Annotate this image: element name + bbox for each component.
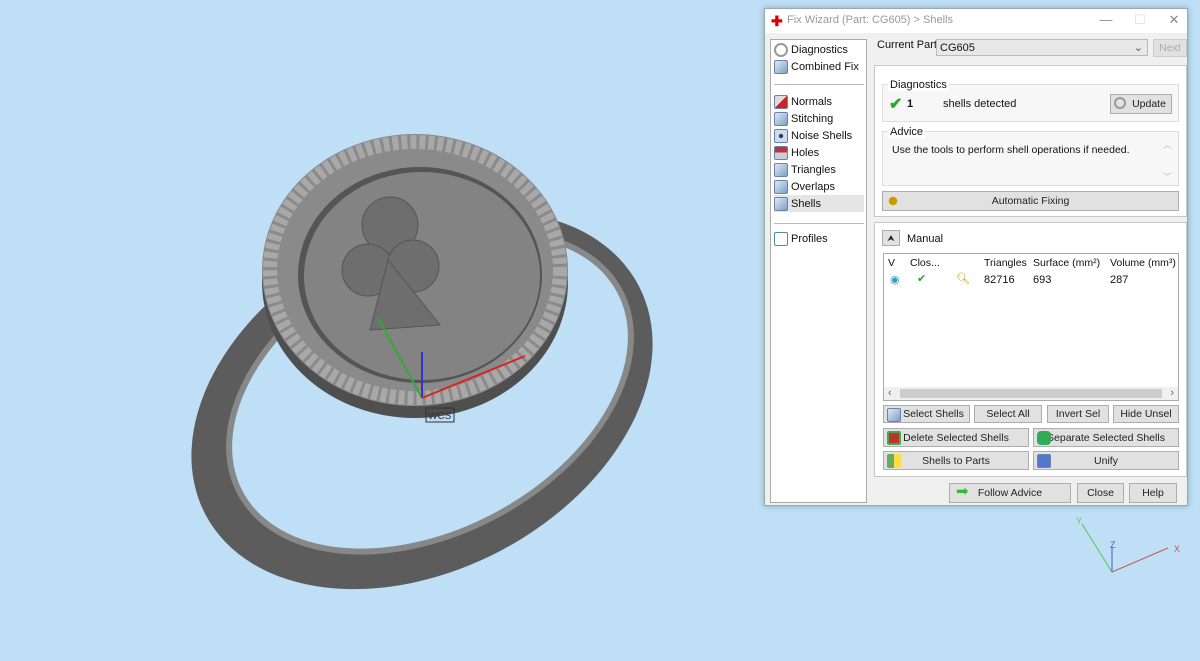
help-button[interactable]: Help	[1129, 483, 1177, 503]
magnifier-icon[interactable]: 🔍︎	[956, 272, 970, 285]
diagnostics-text: shells detected	[943, 98, 1017, 110]
horizontal-scrollbar[interactable]: ‹ ›	[884, 387, 1178, 400]
delete-shell-icon	[887, 431, 901, 445]
column-header-volume[interactable]: Volume (mm³)	[1110, 257, 1176, 269]
document-icon	[774, 231, 788, 246]
nav-item-profiles[interactable]: Profiles	[774, 230, 864, 247]
check-icon: ✔	[917, 273, 927, 285]
diagnostics-title: Diagnostics	[888, 79, 949, 91]
nav-item-stitching[interactable]: Stitching	[774, 110, 864, 127]
wcs-label: WCS	[428, 411, 452, 422]
minimize-button[interactable]: —	[1095, 12, 1117, 30]
nav-item-overlaps[interactable]: Overlaps	[774, 178, 864, 195]
dialog-title: Fix Wizard (Part: CG605) > Shells	[787, 14, 953, 26]
gears-icon	[886, 194, 900, 208]
cube-red-icon	[774, 94, 788, 109]
eye-icon[interactable]: ◉	[890, 273, 900, 286]
divider	[774, 84, 864, 85]
scrollbar-thumb[interactable]	[900, 389, 1162, 398]
collapse-manual-button[interactable]: ⮝	[882, 230, 900, 246]
divider	[774, 223, 864, 224]
shell-count: 1	[907, 98, 914, 110]
nav-item-triangles[interactable]: Triangles	[774, 161, 864, 178]
advice-text: Use the tools to perform shell operation…	[892, 144, 1130, 156]
maximize-button[interactable]: ☐	[1129, 12, 1151, 30]
select-all-button[interactable]: Select All	[974, 405, 1042, 423]
shells-table: V Clos... Triangles Surface (mm²) Volume…	[883, 253, 1179, 401]
automatic-fixing-button[interactable]: Automatic Fixing	[882, 191, 1179, 211]
separate-selected-shells-button[interactable]: Separate Selected Shells	[1033, 428, 1179, 447]
cell-triangles: 82716	[984, 274, 1015, 286]
svg-text:Z: Z	[1110, 540, 1116, 550]
manual-panel: ⮝ Manual V Clos... Triangles Surface (mm…	[874, 222, 1187, 477]
cube-red-icon	[774, 145, 788, 160]
fix-wizard-dialog: ✚ Fix Wizard (Part: CG605) > Shells — ☐ …	[764, 8, 1188, 506]
cube-icon	[774, 59, 788, 74]
separate-shell-icon	[1037, 431, 1051, 445]
current-part-label: Current Part:	[877, 39, 940, 51]
ring-bezel	[262, 134, 568, 418]
nav-item-diagnostics[interactable]: Diagnostics	[774, 41, 864, 58]
advice-group: Advice Use the tools to perform shell op…	[882, 126, 1179, 186]
cell-volume: 287	[1110, 274, 1129, 286]
magnifier-icon	[1114, 97, 1126, 109]
scroll-left-icon[interactable]: ‹	[888, 387, 892, 399]
close-button[interactable]: Close	[1077, 483, 1124, 503]
delete-selected-shells-button[interactable]: Delete Selected Shells	[883, 428, 1029, 447]
nav-item-holes[interactable]: Holes	[774, 144, 864, 161]
advice-title: Advice	[888, 126, 926, 138]
nav-item-combined-fix[interactable]: Combined Fix	[774, 58, 864, 75]
triangle-cube-icon	[774, 162, 788, 177]
select-shells-button[interactable]: Select Shells	[883, 405, 970, 423]
noise-icon	[774, 128, 788, 143]
current-part-select[interactable]: CG605 ⌄	[936, 39, 1148, 56]
next-button[interactable]: Next	[1153, 39, 1187, 57]
arrow-right-icon: ➡	[956, 483, 969, 500]
table-row[interactable]: ◉ ✔ 🔍︎ 82716 693 287	[884, 272, 1178, 288]
cube-icon	[774, 196, 788, 211]
nav-item-shells[interactable]: Shells	[774, 195, 864, 212]
select-cursor-icon	[887, 408, 901, 422]
cell-surface: 693	[1033, 274, 1052, 286]
cube-icon	[774, 111, 788, 126]
cube-icon	[774, 179, 788, 194]
nav-item-noise-shells[interactable]: Noise Shells	[774, 127, 864, 144]
unify-icon	[1037, 454, 1051, 468]
manual-label: Manual	[907, 233, 944, 245]
update-button[interactable]: Update	[1110, 94, 1172, 114]
chevron-down-icon: ⌄	[1133, 42, 1143, 54]
invert-sel-button[interactable]: Invert Sel	[1047, 405, 1109, 423]
follow-advice-button[interactable]: ➡ Follow Advice	[949, 483, 1071, 503]
check-icon: ✔	[889, 96, 903, 113]
nav-item-normals[interactable]: Normals	[774, 93, 864, 110]
magnifier-icon	[774, 42, 788, 57]
title-bar: ✚ Fix Wizard (Part: CG605) > Shells — ☐ …	[765, 9, 1187, 33]
shells-to-parts-icon	[887, 454, 901, 468]
hide-unsel-button[interactable]: Hide Unsel	[1113, 405, 1179, 423]
column-header-visible[interactable]: V	[888, 257, 895, 269]
auto-panel: Diagnostics ✔ 1 shells detected Update A…	[874, 65, 1187, 217]
wizard-nav: Diagnostics Combined Fix Normals Stitchi…	[770, 39, 867, 503]
column-header-triangles[interactable]: Triangles	[984, 257, 1027, 269]
svg-text:X: X	[1174, 544, 1180, 554]
scroll-right-icon[interactable]: ›	[1170, 387, 1174, 399]
diagnostics-group: Diagnostics ✔ 1 shells detected Update	[882, 79, 1179, 122]
column-header-surface[interactable]: Surface (mm²)	[1033, 257, 1100, 269]
scroll-up-icon[interactable]: ︿	[1163, 138, 1172, 151]
shells-to-parts-button[interactable]: Shells to Parts	[883, 451, 1029, 470]
app-icon: ✚	[771, 13, 783, 29]
unify-button[interactable]: Unify	[1033, 451, 1179, 470]
scroll-down-icon[interactable]: ﹀	[1163, 170, 1172, 183]
svg-text:Y: Y	[1076, 516, 1082, 526]
orientation-triad: Y Z X	[1076, 516, 1180, 573]
close-icon[interactable]: ✕	[1163, 12, 1185, 30]
column-header-closed[interactable]: Clos...	[910, 257, 940, 269]
